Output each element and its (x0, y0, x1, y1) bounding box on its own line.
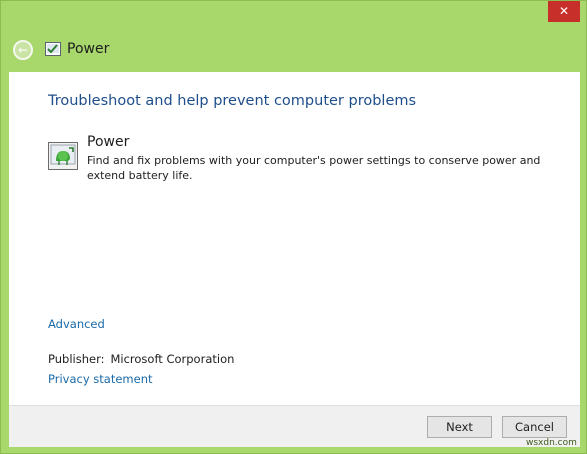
page-heading: Troubleshoot and help prevent computer p… (48, 93, 417, 109)
troubleshooter-icon (45, 42, 61, 56)
footer-bar: Next Cancel (9, 405, 580, 447)
publisher-value: Microsoft Corporation (110, 352, 235, 366)
close-icon: ✕ (558, 4, 570, 18)
troubleshooter-description: Find and fix problems with your computer… (87, 154, 541, 182)
back-arrow-icon: ← (17, 43, 29, 57)
window-title: Power (67, 41, 110, 57)
next-button[interactable]: Next (427, 416, 492, 438)
troubleshooter-title: Power (87, 134, 130, 150)
publisher-info: Publisher: Microsoft Corporation (48, 352, 234, 366)
main-content: Troubleshoot and help prevent computer p… (9, 72, 580, 405)
advanced-link[interactable]: Advanced (48, 317, 105, 331)
watermark: wsxdn.com (526, 438, 577, 448)
close-button[interactable]: ✕ (548, 1, 580, 22)
privacy-statement-link[interactable]: Privacy statement (48, 372, 153, 386)
power-troubleshooter-icon (48, 142, 78, 170)
troubleshooter-window: ✕ ← Power Troubleshoot and help prevent … (0, 0, 587, 454)
publisher-label: Publisher: (48, 352, 105, 366)
back-button[interactable]: ← (13, 40, 33, 60)
cancel-button[interactable]: Cancel (502, 416, 567, 438)
title-bar: ← Power (1, 31, 587, 71)
